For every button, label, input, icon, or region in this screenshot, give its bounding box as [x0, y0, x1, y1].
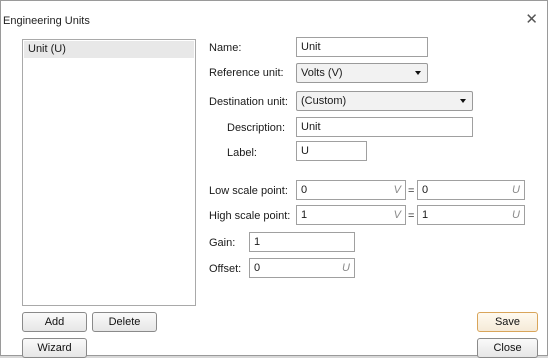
- equals-sign: =: [408, 210, 415, 222]
- save-button[interactable]: Save: [477, 312, 538, 332]
- low-destination-unit: U: [512, 184, 520, 196]
- name-label: Name:: [209, 42, 242, 54]
- gain-label: Gain:: [209, 237, 236, 249]
- offset-value: 0: [254, 262, 261, 274]
- offset-input[interactable]: 0 U: [249, 258, 355, 278]
- label-label: Label:: [227, 147, 257, 159]
- high-scale-label: High scale point:: [209, 210, 291, 222]
- low-scale-reference-input[interactable]: 0 V: [296, 180, 406, 200]
- reference-unit-value: Volts (V): [301, 67, 343, 79]
- description-value: Unit: [301, 121, 321, 133]
- units-list[interactable]: Unit (U): [22, 39, 196, 306]
- destination-unit-label: Destination unit:: [209, 96, 288, 108]
- description-label: Description:: [227, 122, 286, 134]
- wizard-button[interactable]: Wizard: [22, 338, 87, 358]
- label-field[interactable]: U: [296, 141, 367, 161]
- engineering-units-dialog: Engineering Units ✕ Unit (U) Add Delete …: [0, 0, 548, 358]
- chevron-down-icon: [415, 71, 421, 75]
- high-reference-unit: V: [393, 209, 401, 221]
- name-value: Unit: [301, 41, 321, 53]
- destination-unit-value: (Custom): [301, 95, 347, 107]
- high-scale-reference-input[interactable]: 1 V: [296, 205, 406, 225]
- low-reference-value: 0: [301, 184, 308, 196]
- low-scale-destination-input[interactable]: 0 U: [417, 180, 525, 200]
- description-field[interactable]: Unit: [296, 117, 473, 137]
- delete-button[interactable]: Delete: [92, 312, 157, 332]
- reference-unit-label: Reference unit:: [209, 67, 284, 79]
- label-value: U: [301, 145, 309, 157]
- high-destination-unit: U: [512, 209, 520, 221]
- low-scale-label: Low scale point:: [209, 185, 288, 197]
- window-title: Engineering Units: [3, 15, 90, 27]
- equals-sign: =: [408, 185, 415, 197]
- high-reference-value: 1: [301, 209, 308, 221]
- chevron-down-icon: [460, 99, 466, 103]
- low-destination-value: 0: [422, 184, 429, 196]
- gain-input[interactable]: 1: [249, 232, 355, 252]
- close-button[interactable]: Close: [477, 338, 538, 358]
- offset-unit: U: [342, 262, 350, 274]
- offset-label: Offset:: [209, 263, 242, 275]
- destination-unit-select[interactable]: (Custom): [296, 91, 473, 111]
- close-icon[interactable]: ✕: [525, 12, 538, 27]
- high-destination-value: 1: [422, 209, 429, 221]
- low-reference-unit: V: [393, 184, 401, 196]
- add-button[interactable]: Add: [22, 312, 87, 332]
- gain-value: 1: [254, 236, 261, 248]
- reference-unit-select[interactable]: Volts (V): [296, 63, 428, 83]
- list-item[interactable]: Unit (U): [24, 41, 194, 58]
- name-field[interactable]: Unit: [296, 37, 428, 57]
- high-scale-destination-input[interactable]: 1 U: [417, 205, 525, 225]
